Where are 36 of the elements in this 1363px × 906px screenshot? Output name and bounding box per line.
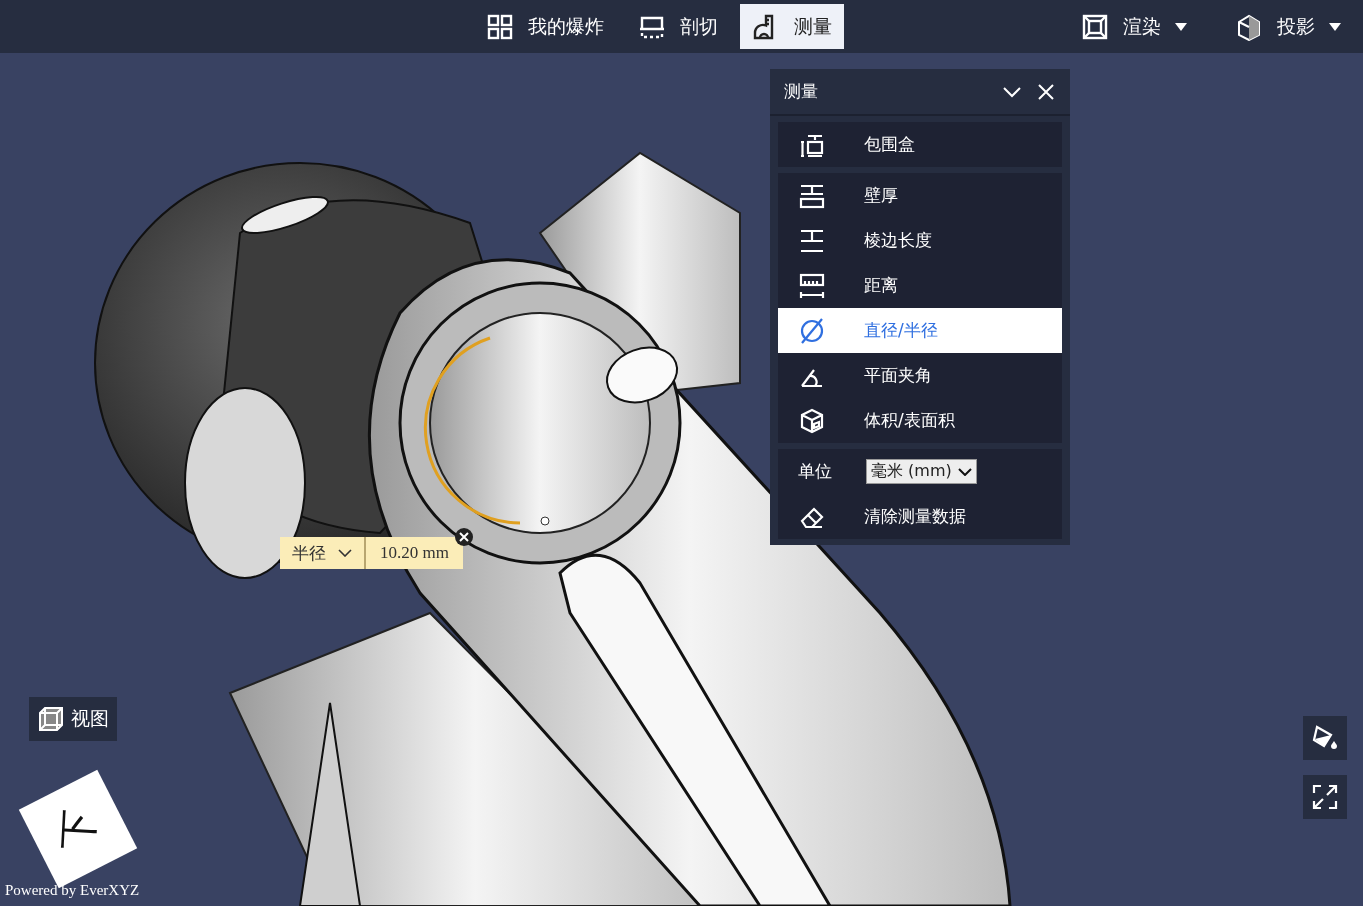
measure-tool-item[interactable]: 包围盒 bbox=[778, 122, 1062, 167]
unit-select[interactable]: 毫米 (mm) bbox=[866, 459, 977, 484]
cube-frame-icon bbox=[1081, 12, 1109, 41]
toolbar-tab[interactable]: 我的爆炸 bbox=[474, 4, 616, 49]
expand-icon bbox=[1311, 783, 1339, 811]
volume-icon bbox=[798, 406, 826, 435]
close-icon[interactable] bbox=[454, 528, 473, 546]
wireframe-cube-icon bbox=[37, 705, 65, 733]
caret-icon bbox=[1175, 22, 1187, 31]
measurement-value: 10.20 mm bbox=[379, 543, 450, 563]
measure-tool-item[interactable]: 直径/半径 bbox=[778, 308, 1062, 353]
measure-mode-dropdown[interactable]: 半径 bbox=[280, 537, 366, 569]
toolbar-tab[interactable]: 测量 bbox=[740, 4, 844, 49]
caret-icon bbox=[1329, 22, 1341, 31]
grid-icon bbox=[486, 12, 514, 41]
toolbar-menu[interactable]: 渲染 bbox=[1069, 4, 1199, 49]
unit-label: 单位 bbox=[798, 460, 833, 483]
shaded-cube-icon bbox=[1235, 12, 1263, 41]
fullscreen-button[interactable] bbox=[1303, 775, 1347, 819]
view-button[interactable]: 视图 bbox=[29, 697, 117, 741]
measure-tool-item[interactable]: 棱边长度 bbox=[778, 218, 1062, 263]
distance-icon bbox=[798, 271, 826, 300]
chevron-down-icon bbox=[338, 549, 352, 557]
measure-tool-item[interactable]: 壁厚 bbox=[778, 173, 1062, 218]
toolbar-tab[interactable]: 剖切 bbox=[626, 4, 730, 49]
panel-title: 测量 bbox=[784, 80, 819, 103]
paint-bucket-icon bbox=[1311, 724, 1339, 752]
close-icon[interactable] bbox=[1036, 81, 1056, 102]
measure-tool-item[interactable]: 距离 bbox=[778, 263, 1062, 308]
measure-tool-item[interactable]: 体积/表面积 bbox=[778, 398, 1062, 443]
chevron-down-icon bbox=[957, 467, 972, 476]
paint-bucket-button[interactable] bbox=[1303, 716, 1347, 760]
measure-tool-item[interactable]: 平面夹角 bbox=[778, 353, 1062, 398]
diameter-icon bbox=[798, 316, 826, 345]
toolbar-menu[interactable]: 投影 bbox=[1223, 4, 1353, 49]
clear-measurements-button[interactable]: 清除测量数据 bbox=[778, 494, 1062, 539]
